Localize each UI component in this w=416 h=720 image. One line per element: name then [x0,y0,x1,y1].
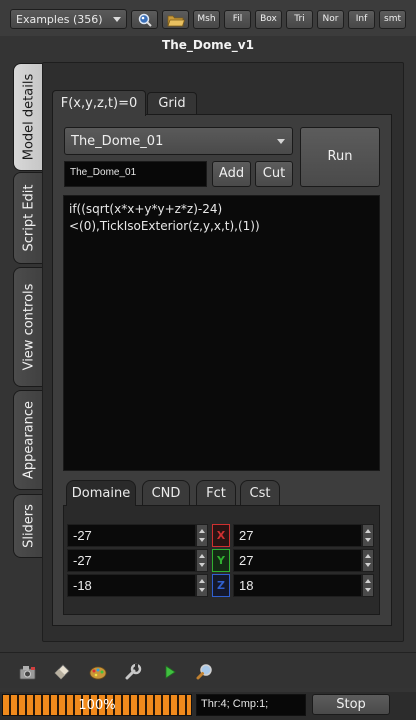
search-button[interactable] [131,10,158,29]
camera-icon [19,666,36,680]
chevron-down-icon [277,139,285,144]
play-icon [165,665,176,679]
tab-domaine[interactable]: Domaine [66,480,136,506]
progress-bar: 100% [2,694,192,716]
z-max-input[interactable]: 18 [233,574,362,597]
arrow-up-icon [365,529,371,533]
search-icon [138,13,152,27]
stop-button[interactable]: Stop [312,694,390,715]
z-min-input[interactable]: -18 [67,574,196,597]
range-row-y: -27 Y 27 [67,549,378,572]
arrow-down-icon [199,588,205,592]
x-max-input[interactable]: 27 [233,524,362,547]
z-max-spinner[interactable] [362,574,374,597]
add-button[interactable]: Add [212,161,251,187]
top-toolbar: Examples (356) Msh Fil Box Tri Nor Inf s… [0,0,416,36]
range-row-z: -18 Z 18 [67,574,378,597]
tab-function[interactable]: F(x,y,z,t)=0 [52,90,146,116]
open-folder-button[interactable] [162,10,189,29]
tab-script-edit[interactable]: Script Edit [13,172,43,264]
x-min-spinner[interactable] [196,524,208,547]
zoom-button[interactable] [195,662,215,682]
tab-appearance[interactable]: Appearance [13,390,43,490]
msh-button[interactable]: Msh [193,10,220,29]
thread-info: Thr:4; Cmp:1; [196,694,306,716]
model-select[interactable]: The_Dome_01 [64,127,293,155]
arrow-up-icon [365,554,371,558]
settings-button[interactable] [123,662,143,682]
arrow-up-icon [365,579,371,583]
tab-cnd[interactable]: CND [142,480,190,506]
arrow-down-icon [365,588,371,592]
arrow-up-icon [199,579,205,583]
tab-model-details-label: Model details [21,73,36,161]
y-min-input[interactable]: -27 [67,549,196,572]
nor-button[interactable]: Nor [317,10,344,29]
x-max-spinner[interactable] [362,524,374,547]
chevron-down-icon [113,17,121,22]
axis-z-label: Z [212,574,230,597]
tab-cst[interactable]: Cst [240,480,280,506]
axis-y-label: Y [212,549,230,572]
inf-button[interactable]: Inf [348,10,375,29]
arrow-up-icon [199,529,205,533]
tab-fct[interactable]: Fct [196,480,236,506]
status-bar: 100% Thr:4; Cmp:1; Stop [0,692,416,720]
folder-icon [166,15,185,26]
tab-grid[interactable]: Grid [147,92,197,115]
y-max-input[interactable]: 27 [233,549,362,572]
script-editor[interactable]: if((sqrt(x*x+y*y+z*z)-24)<(0),TickIsoExt… [63,195,380,471]
clear-button[interactable] [52,662,72,682]
arrow-up-icon [199,554,205,558]
y-min-spinner[interactable] [196,549,208,572]
progress-label: 100% [78,698,116,713]
fil-button[interactable]: Fil [224,10,251,29]
colors-button[interactable] [88,662,108,682]
smt-button[interactable]: smt [379,10,406,29]
tab-script-edit-label: Script Edit [21,184,36,252]
examples-dropdown-label: Examples (356) [16,13,103,26]
play-button[interactable] [160,662,180,682]
tab-sliders[interactable]: Sliders [13,494,43,558]
z-min-spinner[interactable] [196,574,208,597]
x-min-input[interactable]: -27 [67,524,196,547]
tab-model-details[interactable]: Model details [13,63,43,171]
arrow-down-icon [199,538,205,542]
range-row-x: -27 X 27 [67,524,378,547]
arrow-down-icon [365,538,371,542]
bottom-toolbar [0,652,416,688]
model-select-value: The_Dome_01 [71,134,164,149]
palette-icon [89,666,107,680]
screenshot-button[interactable] [18,662,38,682]
magnifier-icon [196,664,212,680]
model-name-input[interactable]: The_Dome_01 [64,161,207,187]
box-button[interactable]: Box [255,10,282,29]
window-title: The_Dome_v1 [162,38,254,52]
arrow-down-icon [365,563,371,567]
wrench-icon [125,663,142,680]
tri-button[interactable]: Tri [286,10,313,29]
y-max-spinner[interactable] [362,549,374,572]
tab-sliders-label: Sliders [21,504,36,548]
tab-view-controls[interactable]: View controls [13,267,43,387]
run-button[interactable]: Run [300,127,380,187]
eraser-icon [54,664,70,680]
tab-appearance-label: Appearance [21,400,36,480]
examples-dropdown[interactable]: Examples (356) [10,9,127,29]
axis-x-label: X [212,524,230,547]
cut-button[interactable]: Cut [255,161,293,187]
arrow-down-icon [199,563,205,567]
tab-view-controls-label: View controls [21,283,36,371]
